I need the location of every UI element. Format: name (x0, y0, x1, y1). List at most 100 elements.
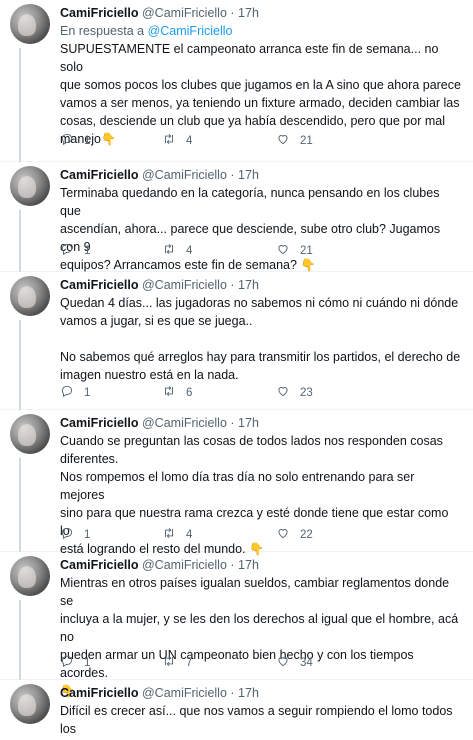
tweet[interactable]: CamiFriciello @CamiFriciello · 17h En re… (0, 0, 473, 162)
tweet-header: CamiFriciello @CamiFriciello · 17h (60, 4, 461, 22)
handle[interactable]: @CamiFriciello (142, 6, 227, 20)
retweet-icon (162, 526, 176, 543)
reply-count: 1 (84, 134, 91, 147)
reply-icon (60, 526, 74, 543)
retweet-icon (162, 384, 176, 401)
like-button[interactable]: 34 (276, 654, 313, 671)
tweet[interactable]: CamiFriciello @CamiFriciello · 17h Mient… (0, 552, 473, 698)
display-name[interactable]: CamiFriciello (60, 168, 139, 182)
reply-count: 1 (84, 656, 91, 669)
timestamp[interactable]: 17h (238, 686, 259, 700)
reply-button[interactable]: 1 (60, 654, 90, 671)
separator: · (230, 686, 235, 700)
reply-count: 1 (84, 528, 91, 541)
heart-icon (276, 654, 290, 671)
like-button[interactable]: 22 (276, 526, 313, 543)
display-name[interactable]: CamiFriciello (60, 278, 139, 292)
retweet-count: 4 (186, 244, 193, 257)
retweet-icon (162, 242, 176, 259)
tweet-actions: 1 4 21 (60, 132, 360, 150)
reply-icon (60, 654, 74, 671)
tweet-header: CamiFriciello @CamiFriciello · 17h (60, 276, 461, 294)
reply-count: 1 (84, 244, 91, 257)
timestamp[interactable]: 17h (238, 168, 259, 182)
display-name[interactable]: CamiFriciello (60, 6, 139, 20)
display-name[interactable]: CamiFriciello (60, 558, 139, 572)
avatar[interactable] (10, 414, 50, 454)
reply-context-mention[interactable]: @CamiFriciello (148, 24, 233, 38)
tweet-actions: 1 4 21 (60, 242, 360, 260)
retweet-button[interactable]: 7 (162, 654, 192, 671)
thread-connector (19, 458, 21, 552)
separator: · (230, 416, 235, 430)
timestamp[interactable]: 17h (238, 558, 259, 572)
like-count: 23 (300, 386, 313, 399)
reply-icon (60, 384, 74, 401)
tweet-header: CamiFriciello @CamiFriciello · 17h (60, 556, 461, 574)
reply-button[interactable]: 1 (60, 526, 90, 543)
avatar[interactable] (10, 166, 50, 206)
separator: · (230, 278, 235, 292)
thread-connector (19, 48, 21, 162)
separator: · (230, 168, 235, 182)
thread-connector (19, 320, 21, 410)
reply-count: 1 (84, 386, 91, 399)
reply-context: En respuesta a @CamiFriciello (60, 22, 461, 40)
retweet-icon (162, 654, 176, 671)
like-button[interactable]: 21 (276, 132, 313, 149)
avatar[interactable] (10, 276, 50, 316)
tweet-header: CamiFriciello @CamiFriciello · 17h (60, 166, 461, 184)
like-button[interactable]: 23 (276, 384, 313, 401)
reply-context-prefix: En respuesta a (60, 24, 145, 38)
tweet[interactable]: CamiFriciello @CamiFriciello · 17h Cuand… (0, 410, 473, 556)
reply-icon (60, 132, 74, 149)
thread-connector (19, 210, 21, 272)
separator: · (230, 6, 235, 20)
like-button[interactable]: 21 (276, 242, 313, 259)
retweet-button[interactable]: 4 (162, 242, 192, 259)
timestamp[interactable]: 17h (238, 278, 259, 292)
separator: · (230, 558, 235, 572)
avatar[interactable] (10, 556, 50, 596)
tweet-thread: CamiFriciello @CamiFriciello · 17h En re… (0, 0, 473, 740)
like-count: 34 (300, 656, 313, 669)
tweet-body: SUPUESTAMENTE el campeonato arranca este… (60, 42, 461, 146)
heart-icon (276, 384, 290, 401)
timestamp[interactable]: 17h (238, 6, 259, 20)
tweet-header: CamiFriciello @CamiFriciello · 17h (60, 414, 461, 432)
tweet[interactable]: CamiFriciello @CamiFriciello · 17h Queda… (0, 272, 473, 410)
like-count: 22 (300, 528, 313, 541)
handle[interactable]: @CamiFriciello (142, 416, 227, 430)
thread-connector (19, 600, 21, 680)
retweet-icon (162, 132, 176, 149)
handle[interactable]: @CamiFriciello (142, 278, 227, 292)
reply-button[interactable]: 1 (60, 132, 90, 149)
retweet-count: 4 (186, 134, 193, 147)
heart-icon (276, 526, 290, 543)
avatar[interactable] (10, 684, 50, 724)
tweet[interactable]: CamiFriciello @CamiFriciello · 17h Termi… (0, 162, 473, 272)
tweet-text: Quedan 4 días... las jugadoras no sabemo… (60, 296, 461, 382)
heart-icon (276, 132, 290, 149)
handle[interactable]: @CamiFriciello (142, 686, 227, 700)
retweet-count: 6 (186, 386, 193, 399)
reply-button[interactable]: 1 (60, 384, 90, 401)
retweet-count: 4 (186, 528, 193, 541)
retweet-button[interactable]: 4 (162, 132, 192, 149)
retweet-count: 7 (186, 656, 193, 669)
display-name[interactable]: CamiFriciello (60, 686, 139, 700)
tweet-actions: 1 6 23 (60, 384, 360, 402)
tweet[interactable]: CamiFriciello @CamiFriciello · 17h Difíc… (0, 680, 473, 740)
handle[interactable]: @CamiFriciello (142, 168, 227, 182)
reply-icon (60, 242, 74, 259)
tweet-text: Difícil es crecer así... que nos vamos a… (60, 704, 453, 736)
reply-button[interactable]: 1 (60, 242, 90, 259)
avatar[interactable] (10, 4, 50, 44)
display-name[interactable]: CamiFriciello (60, 416, 139, 430)
tweet-actions: 1 7 34 (60, 654, 360, 672)
handle[interactable]: @CamiFriciello (142, 558, 227, 572)
retweet-button[interactable]: 4 (162, 526, 192, 543)
timestamp[interactable]: 17h (238, 416, 259, 430)
retweet-button[interactable]: 6 (162, 384, 192, 401)
tweet-header: CamiFriciello @CamiFriciello · 17h (60, 684, 461, 702)
